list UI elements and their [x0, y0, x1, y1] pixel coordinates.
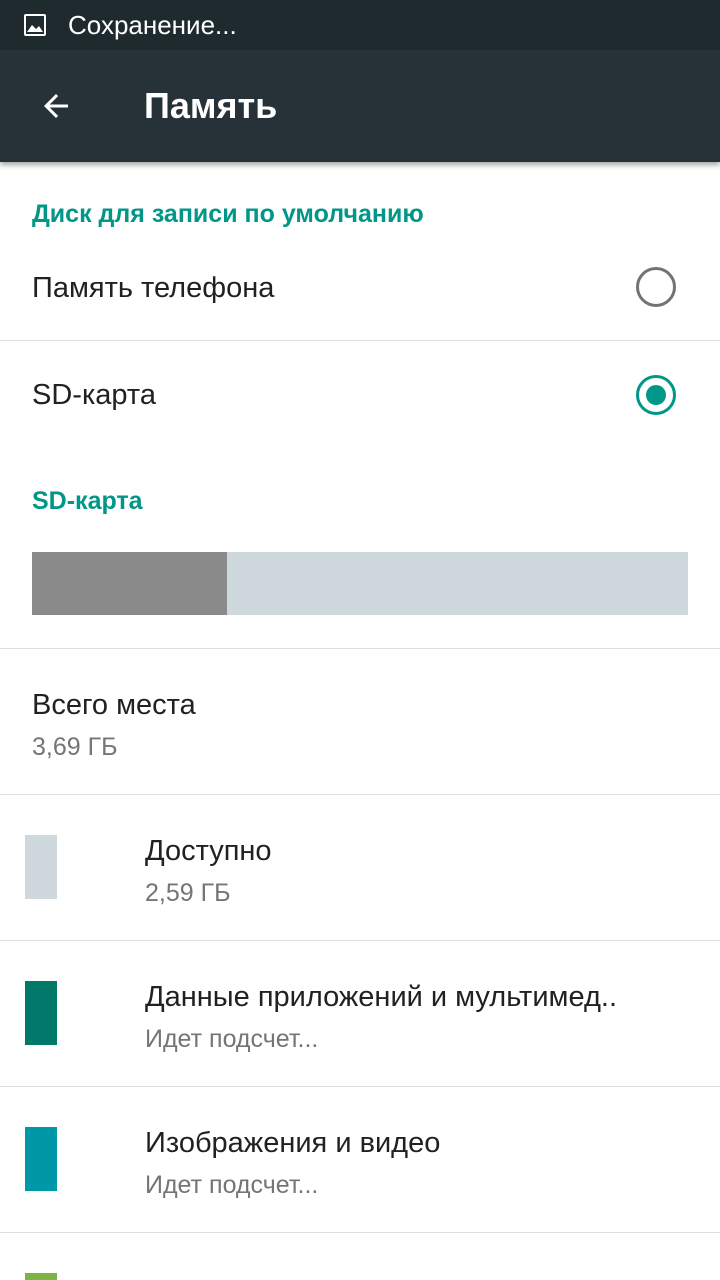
section-header-default-disk: Диск для записи по умолчанию — [32, 200, 424, 228]
color-swatch — [25, 835, 57, 899]
item-title: Данные приложений и мультимед.. — [145, 981, 618, 1013]
option-phone-memory[interactable]: Память телефона — [0, 234, 720, 340]
radio-button-checked[interactable] — [636, 375, 676, 415]
radio-button-unchecked[interactable] — [636, 267, 676, 307]
item-value: Идет подсчет... — [145, 1171, 319, 1199]
item-title: Изображения и видео — [145, 1127, 441, 1159]
item-title: Всего места — [32, 689, 196, 721]
image-icon — [24, 14, 46, 36]
storage-used-segment — [32, 552, 227, 615]
item-title: Доступно — [145, 835, 272, 867]
status-text: Сохранение... — [68, 9, 237, 40]
settings-content[interactable]: Диск для записи по умолчанию Память теле… — [0, 162, 720, 1280]
app-bar: Память — [0, 50, 720, 162]
item-value: 3,69 ГБ — [32, 733, 118, 761]
back-button[interactable] — [0, 50, 112, 162]
color-swatch — [25, 1127, 57, 1191]
list-item-pictures-video[interactable]: Изображения и видео Идет подсчет... — [0, 1087, 720, 1232]
item-value: 2,59 ГБ — [145, 879, 231, 907]
status-bar: Сохранение... — [0, 0, 720, 50]
list-item-apps-media[interactable]: Данные приложений и мультимед.. Идет под… — [0, 941, 720, 1086]
list-item-total[interactable]: Всего места 3,69 ГБ — [0, 649, 720, 794]
list-item-available[interactable]: Доступно 2,59 ГБ — [0, 795, 720, 940]
option-label: Память телефона — [32, 272, 275, 304]
page-title: Память — [144, 85, 278, 126]
option-label: SD-карта — [32, 379, 156, 411]
list-item-audio[interactable] — [0, 1233, 720, 1280]
color-swatch — [25, 981, 57, 1045]
section-header-sd-card: SD-карта — [32, 487, 143, 515]
storage-usage-bar — [32, 552, 688, 615]
option-sd-card[interactable]: SD-карта — [0, 341, 720, 451]
arrow-back-icon — [44, 94, 68, 118]
color-swatch — [25, 1273, 57, 1280]
item-value: Идет подсчет... — [145, 1025, 319, 1053]
